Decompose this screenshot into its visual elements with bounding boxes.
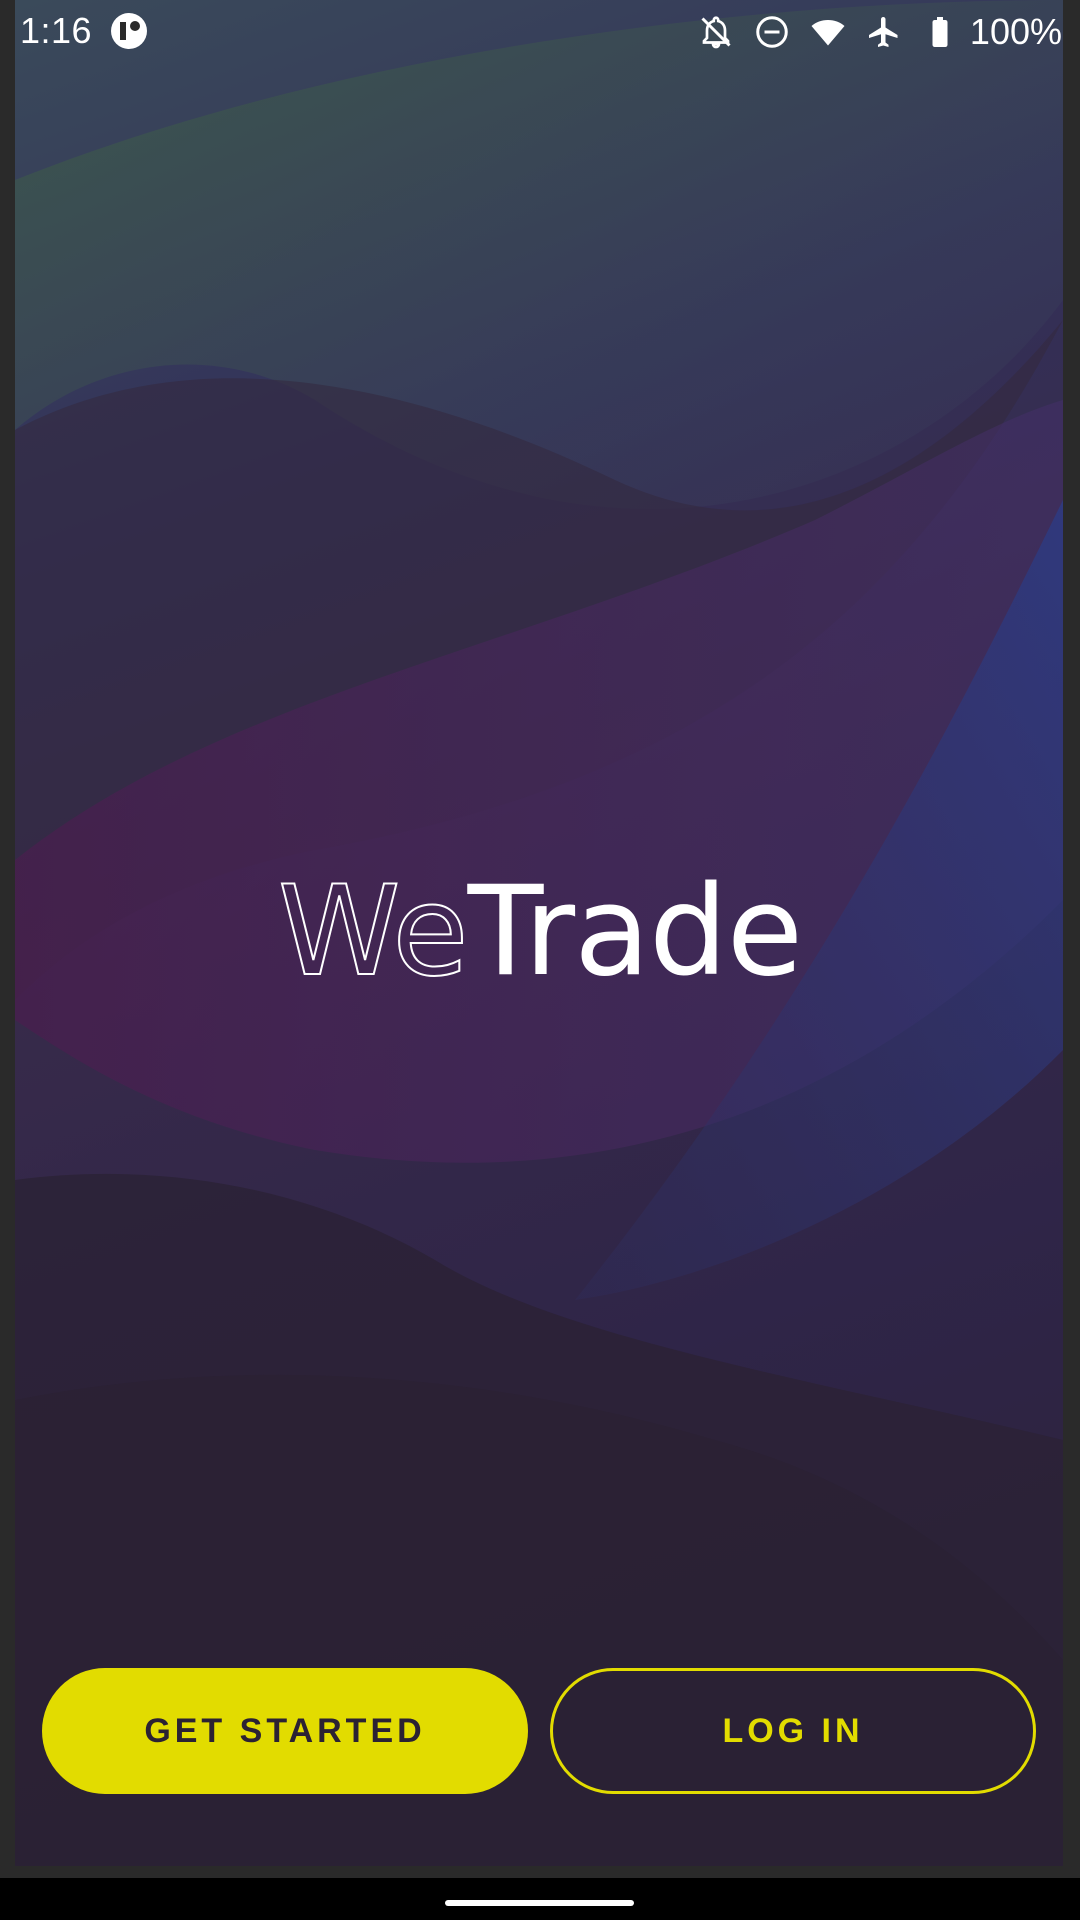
- home-gesture-handle[interactable]: [445, 1900, 634, 1906]
- log-in-button[interactable]: LOG IN: [550, 1668, 1036, 1794]
- app-notification-icon: [111, 13, 147, 49]
- battery-percentage: 100%: [969, 11, 1062, 52]
- wifi-icon: [811, 20, 845, 46]
- get-started-button[interactable]: GET STARTED: [42, 1668, 528, 1794]
- status-time: 1:16: [20, 10, 93, 51]
- status-icons: 100%: [698, 8, 1062, 56]
- airplane-mode-icon: [868, 17, 898, 47]
- do-not-disturb-icon: [756, 16, 788, 48]
- logo-part-trade: Trade: [467, 860, 803, 1004]
- battery-icon: [932, 17, 948, 47]
- notifications-off-icon: [701, 16, 731, 49]
- status-bar: 1:16 100%: [0, 0, 1080, 64]
- navigation-bar: [0, 1878, 1080, 1920]
- welcome-screen: 1:16 100% WeTrade GET STARTED LOG IN: [0, 0, 1080, 1920]
- app-logo: WeTrade: [0, 869, 1080, 995]
- logo-part-we: We: [277, 860, 470, 1004]
